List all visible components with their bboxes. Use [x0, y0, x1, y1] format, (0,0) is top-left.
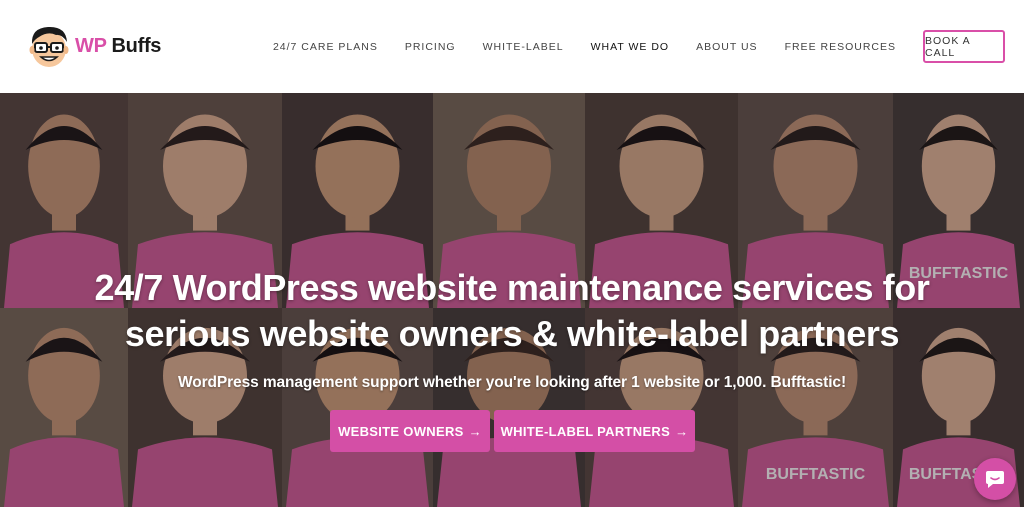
white-label-partners-button[interactable]: WHITE-LABEL PARTNERS → — [494, 410, 695, 452]
main-nav: 24/7 CARE PLANS PRICING WHITE-LABEL WHAT… — [273, 0, 1024, 93]
nav-item-free-resources[interactable]: FREE RESOURCES — [785, 41, 896, 53]
logo-text: WP Buffs — [75, 35, 161, 58]
buff-mascot-icon — [29, 26, 69, 67]
chat-launcher-button[interactable] — [974, 458, 1016, 500]
hero-subheadline: WordPress management support whether you… — [177, 374, 847, 391]
website-owners-label: WEBSITE OWNERS — [338, 423, 464, 439]
logo-text-wp: WP — [75, 34, 107, 57]
site-header: WP Buffs 24/7 CARE PLANS PRICING WHITE-L… — [0, 0, 1024, 93]
white-label-partners-label: WHITE-LABEL PARTNERS — [500, 423, 671, 439]
logo-text-buffs: Buffs — [111, 34, 162, 57]
website-owners-button[interactable]: WEBSITE OWNERS → — [330, 410, 490, 452]
nav-item-white-label[interactable]: WHITE-LABEL — [483, 41, 564, 53]
nav-item-what-we-do[interactable]: WHAT WE DO — [591, 41, 669, 53]
hero-headline: 24/7 WordPress website maintenance servi… — [0, 265, 1024, 357]
logo[interactable]: WP Buffs — [26, 22, 161, 70]
book-a-call-button[interactable]: BOOK A CALL — [923, 30, 1005, 63]
nav-item-care-plans[interactable]: 24/7 CARE PLANS — [273, 41, 378, 53]
hero-headline-line-1: 24/7 WordPress website maintenance servi… — [94, 267, 930, 308]
arrow-right-icon: → — [468, 423, 482, 439]
hero-headline-line-2: serious website owners & white-label par… — [124, 313, 900, 354]
chat-bubble-icon — [986, 471, 1004, 488]
arrow-right-icon: → — [675, 423, 689, 439]
hero-section: BUFFTASTIC BUFFTASTIC BUFFTASTIC 24/7 Word… — [0, 93, 1024, 507]
nav-item-pricing[interactable]: PRICING — [405, 41, 456, 53]
nav-item-about-us[interactable]: ABOUT US — [696, 41, 757, 53]
